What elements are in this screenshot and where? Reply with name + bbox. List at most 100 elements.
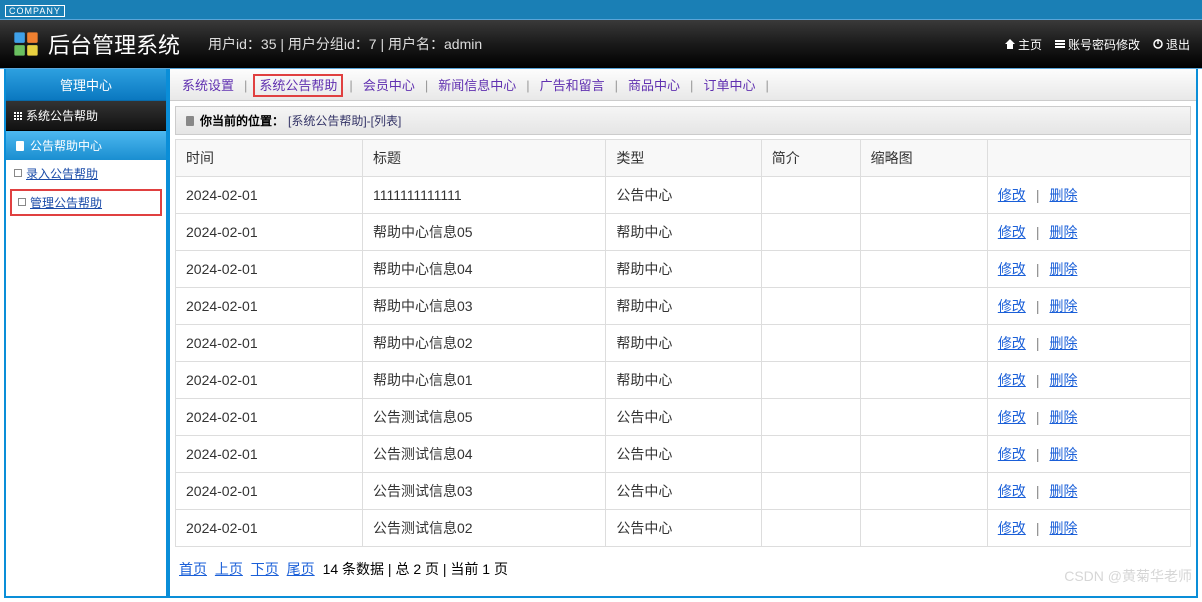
edit-link[interactable]: 修改 — [998, 335, 1026, 351]
edit-link[interactable]: 修改 — [998, 520, 1026, 536]
edit-link[interactable]: 修改 — [998, 224, 1026, 240]
edit-link[interactable]: 修改 — [998, 483, 1026, 499]
cell-type: 公告中心 — [606, 177, 761, 214]
delete-link[interactable]: 删除 — [1049, 261, 1077, 277]
cell-type: 帮助中心 — [606, 214, 761, 251]
delete-link[interactable]: 删除 — [1049, 372, 1077, 388]
breadcrumb-label: 你当前的位置： — [200, 112, 284, 129]
nav-separator: | — [615, 78, 618, 93]
breadcrumb: 你当前的位置： [系统公告帮助]-[列表] — [175, 106, 1191, 135]
edit-link[interactable]: 修改 — [998, 261, 1026, 277]
topnav-item-1[interactable]: 系统公告帮助 — [253, 74, 343, 97]
sidebar-header: 管理中心 — [6, 69, 166, 101]
cell-thumb — [860, 214, 987, 251]
cell-intro — [761, 399, 860, 436]
cell-type: 公告中心 — [606, 510, 761, 547]
logout-link[interactable]: 退出 — [1152, 36, 1190, 53]
cell-intro — [761, 510, 860, 547]
delete-link[interactable]: 删除 — [1049, 187, 1077, 203]
cell-title: 公告测试信息05 — [362, 399, 605, 436]
table-header: 类型 — [606, 140, 761, 177]
cell-time: 2024-02-01 — [176, 510, 363, 547]
table-header: 缩略图 — [860, 140, 987, 177]
doc-icon — [14, 140, 26, 152]
action-separator: | — [1036, 187, 1040, 203]
power-icon — [1152, 38, 1164, 50]
cell-intro — [761, 473, 860, 510]
cell-time: 2024-02-01 — [176, 325, 363, 362]
password-link[interactable]: 账号密码修改 — [1054, 36, 1140, 53]
topnav-item-4[interactable]: 广告和留言 — [536, 76, 609, 95]
delete-link[interactable]: 删除 — [1049, 520, 1077, 536]
cell-thumb — [860, 510, 987, 547]
action-separator: | — [1036, 372, 1040, 388]
cell-actions: 修改|删除 — [987, 214, 1190, 251]
delete-link[interactable]: 删除 — [1049, 446, 1077, 462]
cell-actions: 修改 | 删除 — [987, 177, 1190, 214]
cell-title: 1111111111111 — [362, 177, 605, 214]
cell-title: 帮助中心信息01 — [362, 362, 605, 399]
topnav-item-5[interactable]: 商品中心 — [624, 76, 684, 95]
table-row: 2024-02-01公告测试信息04公告中心修改|删除 — [176, 436, 1191, 473]
nav-separator: | — [526, 78, 529, 93]
topnav-item-3[interactable]: 新闻信息中心 — [434, 76, 520, 95]
edit-link[interactable]: 修改 — [998, 298, 1026, 314]
action-separator: | — [1036, 520, 1040, 536]
home-icon — [1004, 38, 1016, 50]
delete-link[interactable]: 删除 — [1049, 335, 1077, 351]
cell-intro — [761, 325, 860, 362]
password-label: 账号密码修改 — [1068, 36, 1140, 53]
sidebar-item-announce[interactable]: 系统公告帮助 — [6, 101, 166, 131]
table-header: 标题 — [362, 140, 605, 177]
pager-next[interactable]: 下页 — [251, 561, 279, 577]
cell-type: 帮助中心 — [606, 325, 761, 362]
logout-label: 退出 — [1166, 36, 1190, 53]
cell-time: 2024-02-01 — [176, 362, 363, 399]
topnav-item-0[interactable]: 系统设置 — [178, 76, 238, 95]
pager-first[interactable]: 首页 — [179, 561, 207, 577]
edit-link[interactable]: 修改 — [998, 372, 1026, 388]
home-link[interactable]: 主页 — [1004, 36, 1042, 53]
table-row: 2024-02-01公告测试信息03公告中心修改|删除 — [176, 473, 1191, 510]
list-icon — [1054, 38, 1066, 50]
home-label: 主页 — [1018, 36, 1042, 53]
pager-text: 14 条数据 | 总 2 页 | 当前 1 页 — [323, 561, 508, 577]
cell-actions: 修改 | 删除 — [987, 362, 1190, 399]
sidebar-item-helpcenter[interactable]: 公告帮助中心 — [6, 131, 166, 160]
cell-intro — [761, 362, 860, 399]
sidebar-link-manage[interactable]: 管理公告帮助 — [10, 189, 162, 216]
table-row: 2024-02-01帮助中心信息05帮助中心修改|删除 — [176, 214, 1191, 251]
nav-separator: | — [244, 78, 247, 93]
table-header: 时间 — [176, 140, 363, 177]
nav-separator: | — [765, 78, 768, 93]
sidebar-link-enter[interactable]: 录入公告帮助 — [6, 160, 166, 187]
cell-actions: 修改|删除 — [987, 436, 1190, 473]
pager-prev[interactable]: 上页 — [215, 561, 243, 577]
pager: 首页 上页 下页 尾页 14 条数据 | 总 2 页 | 当前 1 页 — [175, 547, 1191, 591]
pager-last[interactable]: 尾页 — [287, 561, 315, 577]
table-row: 2024-02-01帮助中心信息02帮助中心修改|删除 — [176, 325, 1191, 362]
topnav-item-6[interactable]: 订单中心 — [699, 76, 759, 95]
cell-time: 2024-02-01 — [176, 436, 363, 473]
cell-type: 公告中心 — [606, 399, 761, 436]
nav-separator: | — [425, 78, 428, 93]
cell-title: 公告测试信息04 — [362, 436, 605, 473]
delete-link[interactable]: 删除 — [1049, 298, 1077, 314]
edit-link[interactable]: 修改 — [998, 409, 1026, 425]
edit-link[interactable]: 修改 — [998, 187, 1026, 203]
cell-intro — [761, 177, 860, 214]
cell-time: 2024-02-01 — [176, 473, 363, 510]
topnav-item-2[interactable]: 会员中心 — [359, 76, 419, 95]
breadcrumb-path: [系统公告帮助]-[列表] — [288, 112, 401, 129]
delete-link[interactable]: 删除 — [1049, 224, 1077, 240]
edit-link[interactable]: 修改 — [998, 446, 1026, 462]
logo-icon — [12, 30, 40, 58]
cell-actions: 修改|删除 — [987, 399, 1190, 436]
cell-type: 帮助中心 — [606, 362, 761, 399]
cell-time: 2024-02-01 — [176, 399, 363, 436]
delete-link[interactable]: 删除 — [1049, 483, 1077, 499]
delete-link[interactable]: 删除 — [1049, 409, 1077, 425]
nav-separator: | — [690, 78, 693, 93]
action-separator: | — [1036, 483, 1040, 499]
table-row: 2024-02-01公告测试信息02公告中心修改|删除 — [176, 510, 1191, 547]
